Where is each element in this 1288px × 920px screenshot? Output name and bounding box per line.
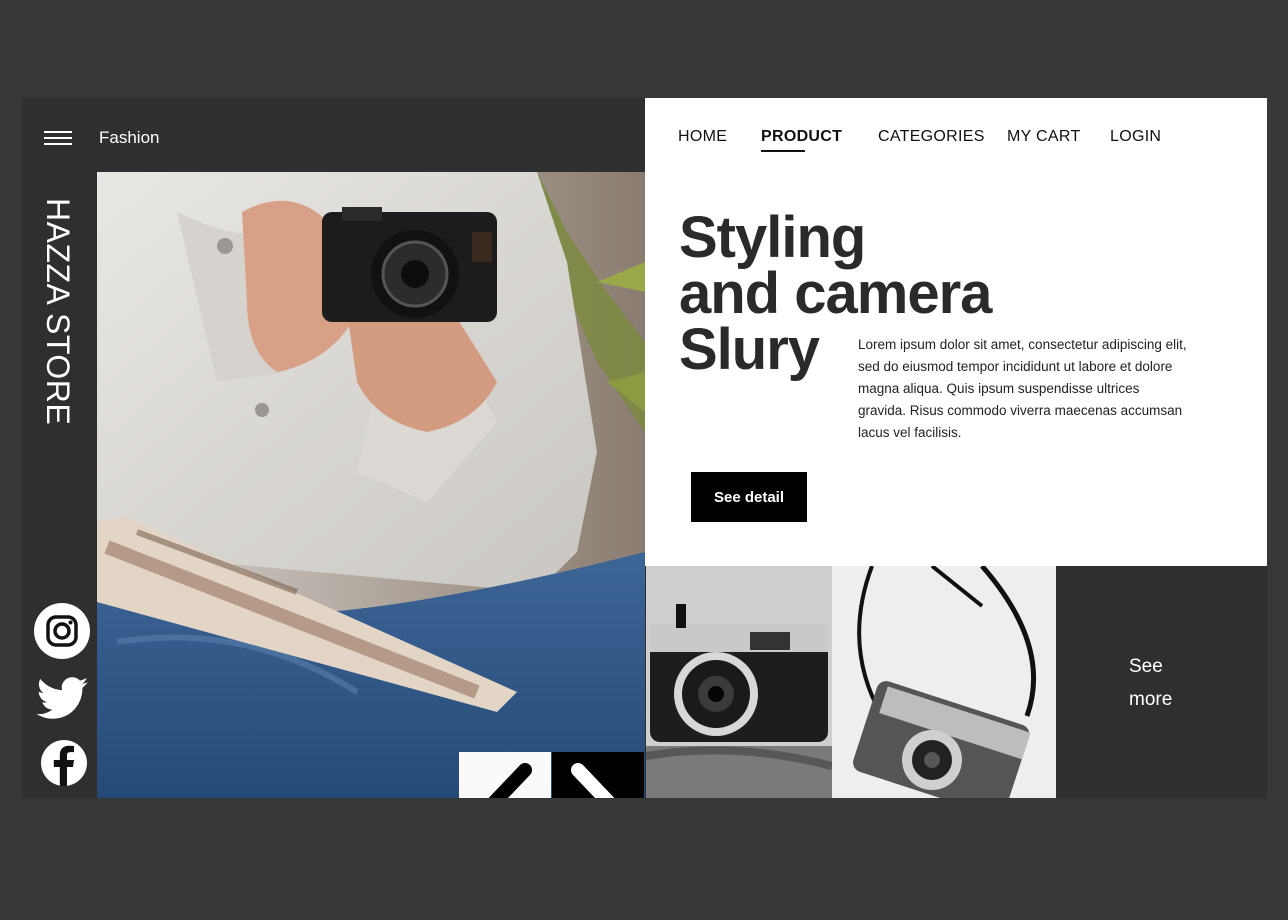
- nav-login[interactable]: LOGIN: [1110, 128, 1161, 146]
- carousel-prev-button[interactable]: [459, 752, 551, 798]
- chevron-right-icon: [571, 763, 615, 798]
- gallery-thumb-camera-2[interactable]: [832, 566, 1056, 798]
- carousel-next-button[interactable]: [552, 752, 644, 798]
- nav-my-cart[interactable]: MY CART: [1007, 128, 1081, 146]
- gallery-thumb-camera-1[interactable]: [646, 566, 832, 798]
- hamburger-icon[interactable]: [44, 131, 72, 147]
- page-frame: Fashion HAZZA STORE HOME PRODUCT CATEGOR…: [22, 98, 1267, 798]
- nav-product[interactable]: PRODUCT: [761, 128, 842, 152]
- hero-description: Lorem ipsum dolor sit amet, consectetur …: [858, 337, 1187, 440]
- facebook-icon[interactable]: [34, 736, 90, 792]
- headline-line: and camera: [679, 261, 992, 326]
- see-more-link[interactable]: See more: [1129, 650, 1199, 716]
- headline-line: Styling: [679, 205, 866, 270]
- store-name: HAZZA STORE: [40, 198, 76, 426]
- twitter-icon[interactable]: [34, 670, 90, 726]
- main-nav: HOME PRODUCT CATEGORIES MY CART LOGIN: [645, 128, 1267, 152]
- nav-home[interactable]: HOME: [678, 128, 727, 146]
- chevron-left-icon: [488, 763, 532, 798]
- hero-image: [97, 172, 645, 798]
- content-panel: HOME PRODUCT CATEGORIES MY CART LOGIN St…: [645, 98, 1267, 566]
- see-detail-button[interactable]: See detail: [691, 472, 807, 522]
- nav-categories[interactable]: CATEGORIES: [878, 128, 985, 146]
- instagram-icon[interactable]: [34, 603, 90, 659]
- category-label[interactable]: Fashion: [99, 128, 159, 148]
